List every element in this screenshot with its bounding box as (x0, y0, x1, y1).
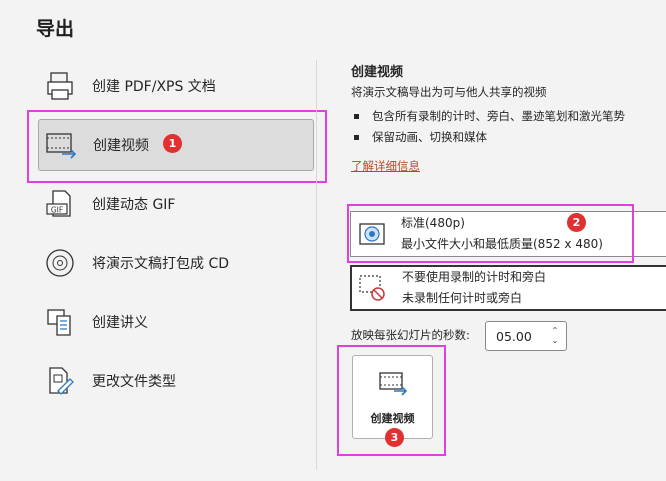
bullet-item: 保留动画、切换和媒体 (351, 129, 487, 145)
chevron-down-icon[interactable]: ⌄ (552, 336, 559, 346)
nav-item-label: 创建视频 (93, 138, 149, 154)
nav-item-package-cd[interactable]: 将演示文稿打包成 CD (38, 237, 314, 289)
create-video-button[interactable]: 创建视频 (352, 355, 433, 439)
nav-item-label: 将演示文稿打包成 CD (92, 256, 230, 272)
bullet-text: 保留动画、切换和媒体 (372, 130, 487, 144)
step-badge: 3 (385, 428, 404, 447)
page-title: 导出 (36, 18, 75, 40)
svg-text:GIF: GIF (51, 206, 63, 215)
gif-icon: GIF (42, 186, 78, 222)
cd-icon (42, 245, 78, 281)
handout-icon (42, 304, 78, 340)
seconds-stepper[interactable]: 05.00 ⌃ ⌄ (485, 321, 567, 351)
learn-more-link[interactable]: 了解详细信息 (351, 158, 420, 174)
nav-item-label: 更改文件类型 (92, 374, 176, 390)
change-file-type-icon (42, 363, 78, 399)
seconds-value[interactable]: 05.00 (496, 329, 548, 344)
divider (316, 60, 317, 470)
nav-item-create-gif[interactable]: GIF 创建动态 GIF (38, 178, 314, 230)
pdf-document-icon (42, 68, 78, 104)
nav-item-change-file-type[interactable]: 更改文件类型 (38, 355, 314, 407)
video-export-icon (43, 127, 79, 163)
step-badge: 1 (163, 134, 182, 153)
create-video-icon (377, 370, 409, 400)
section-description: 将演示文稿导出为可与他人共享的视频 (351, 85, 547, 99)
stepper-arrows[interactable]: ⌃ ⌄ (548, 326, 562, 346)
seconds-label: 放映每张幻灯片的秒数: (351, 328, 470, 342)
no-timing-icon (358, 273, 388, 303)
timing-dropdown[interactable]: 不要使用录制的计时和旁白 未录制任何计时或旁白 (350, 265, 666, 311)
quality-subtitle: 最小文件大小和最低质量(852 x 480) (401, 237, 603, 251)
nav-item-label: 创建 PDF/XPS 文档 (92, 79, 216, 95)
quality-icon (357, 219, 387, 249)
nav-item-label: 创建动态 GIF (92, 197, 176, 213)
section-title: 创建视频 (351, 65, 404, 80)
create-video-label: 创建视频 (370, 412, 415, 425)
quality-dropdown[interactable]: 标准(480p) 最小文件大小和最低质量(852 x 480) (350, 211, 666, 257)
timing-title: 不要使用录制的计时和旁白 (402, 270, 547, 284)
nav-item-pdf-xps[interactable]: 创建 PDF/XPS 文档 (38, 60, 314, 112)
chevron-up-icon[interactable]: ⌃ (552, 326, 559, 336)
bullet-text: 包含所有录制的计时、旁白、墨迹笔划和激光笔势 (372, 109, 625, 123)
nav-item-label: 创建讲义 (92, 315, 148, 331)
timing-subtitle: 未录制任何计时或旁白 (402, 291, 523, 305)
step-badge: 2 (567, 213, 586, 232)
nav-item-create-handout[interactable]: 创建讲义 (38, 296, 314, 348)
bullet-item: 包含所有录制的计时、旁白、墨迹笔划和激光笔势 (351, 108, 625, 124)
